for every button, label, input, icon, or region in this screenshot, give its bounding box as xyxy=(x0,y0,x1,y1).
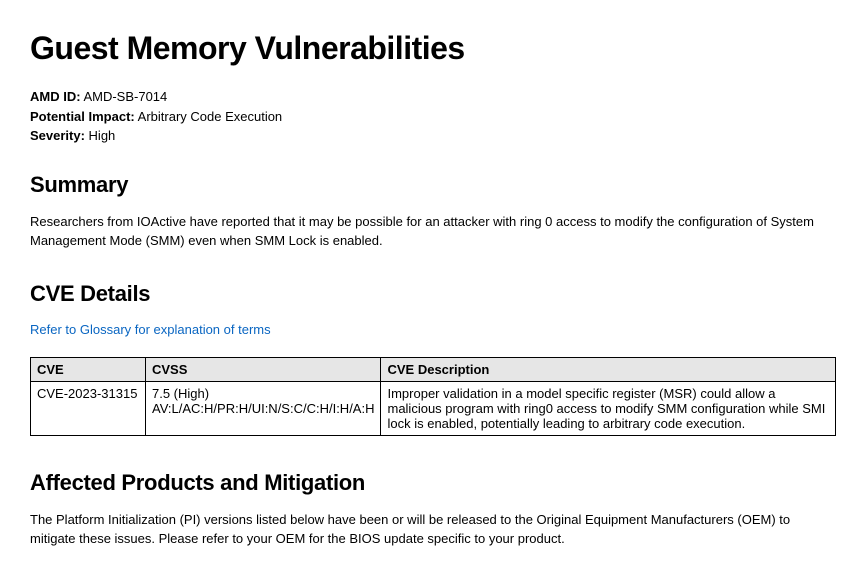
affected-text: The Platform Initialization (PI) version… xyxy=(30,510,836,549)
page-title: Guest Memory Vulnerabilities xyxy=(30,30,836,67)
impact-value: Arbitrary Code Execution xyxy=(138,109,283,124)
cve-table: CVE CVSS CVE Description CVE-2023-31315 … xyxy=(30,357,836,436)
cvss-cell: 7.5 (High) AV:L/AC:H/PR:H/UI:N/S:C/C:H/I… xyxy=(146,381,381,435)
glossary-link[interactable]: Refer to Glossary for explanation of ter… xyxy=(30,322,271,337)
cve-heading: CVE Details xyxy=(30,281,836,307)
summary-text: Researchers from IOActive have reported … xyxy=(30,212,836,251)
cvss-score: 7.5 (High) xyxy=(152,386,209,401)
amd-id-value: AMD-SB-7014 xyxy=(83,89,167,104)
summary-heading: Summary xyxy=(30,172,836,198)
th-cve: CVE xyxy=(31,357,146,381)
meta-block: AMD ID: AMD-SB-7014 Potential Impact: Ar… xyxy=(30,87,836,146)
severity-value: High xyxy=(89,128,116,143)
cve-desc-cell: Improper validation in a model specific … xyxy=(381,381,836,435)
impact-label: Potential Impact: xyxy=(30,109,135,124)
severity-label: Severity: xyxy=(30,128,85,143)
cvss-vector: AV:L/AC:H/PR:H/UI:N/S:C/C:H/I:H/A:H xyxy=(152,401,374,416)
table-header-row: CVE CVSS CVE Description xyxy=(31,357,836,381)
table-row: CVE-2023-31315 7.5 (High) AV:L/AC:H/PR:H… xyxy=(31,381,836,435)
cve-id-cell: CVE-2023-31315 xyxy=(31,381,146,435)
th-desc: CVE Description xyxy=(381,357,836,381)
th-cvss: CVSS xyxy=(146,357,381,381)
affected-heading: Affected Products and Mitigation xyxy=(30,470,836,496)
amd-id-label: AMD ID: xyxy=(30,89,81,104)
